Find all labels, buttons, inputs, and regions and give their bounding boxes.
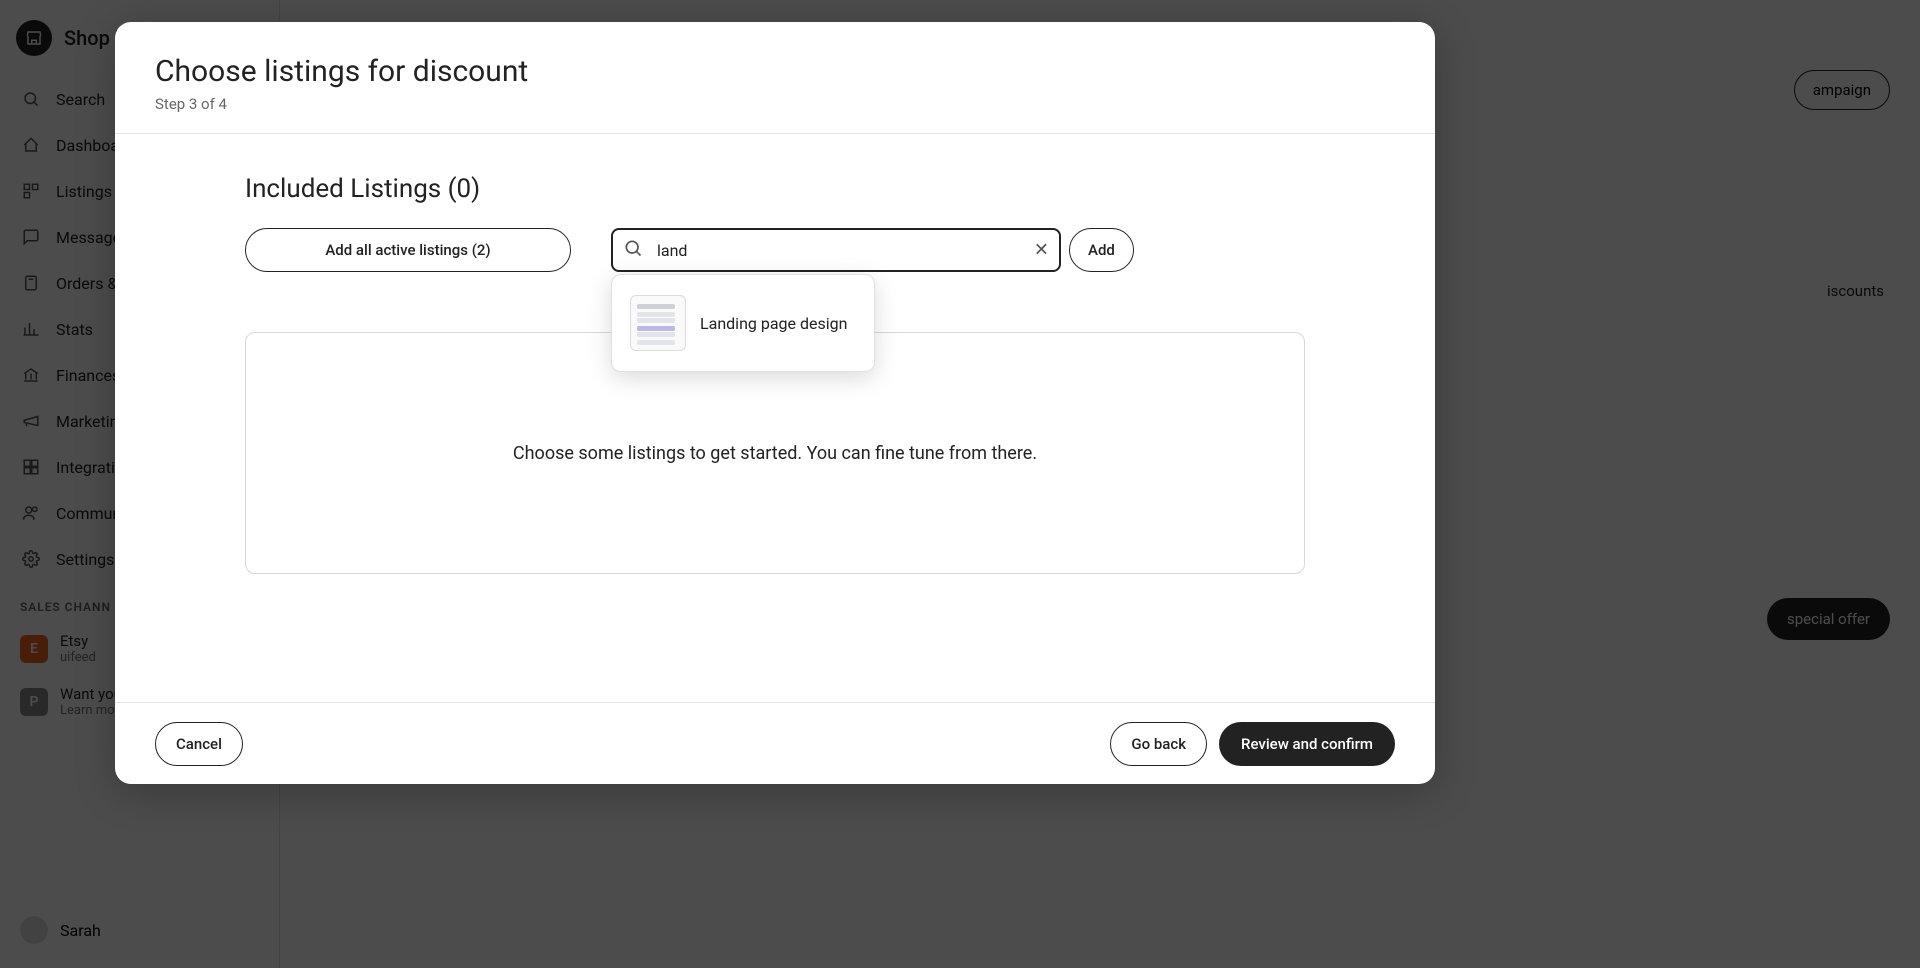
search-box: ✕ Landing page design <box>611 228 1061 272</box>
dropdown-item-label: Landing page design <box>700 314 847 333</box>
search-input[interactable] <box>611 228 1061 272</box>
clear-search-button[interactable]: ✕ <box>1034 240 1049 261</box>
modal-step: Step 3 of 4 <box>155 95 1395 113</box>
go-back-button[interactable]: Go back <box>1110 722 1207 766</box>
modal-title: Choose listings for discount <box>155 54 1395 89</box>
search-dropdown: Landing page design <box>611 274 875 372</box>
modal-footer: Cancel Go back Review and confirm <box>115 702 1435 784</box>
modal-header: Choose listings for discount Step 3 of 4 <box>115 22 1435 134</box>
add-button[interactable]: Add <box>1069 228 1134 272</box>
review-confirm-button[interactable]: Review and confirm <box>1219 722 1395 766</box>
controls-row: Add all active listings (2) ✕ Landing pa… <box>245 228 1305 272</box>
search-icon <box>623 238 643 262</box>
close-icon: ✕ <box>1034 240 1049 261</box>
search-wrap: ✕ Landing page design Add <box>611 228 1134 272</box>
choose-listings-modal: Choose listings for discount Step 3 of 4… <box>115 22 1435 784</box>
modal-body: Included Listings (0) Add all active lis… <box>115 134 1435 702</box>
dropdown-item-landing-page[interactable]: Landing page design <box>626 289 860 357</box>
included-listings-heading: Included Listings (0) <box>245 174 1305 204</box>
empty-state-text: Choose some listings to get started. You… <box>513 443 1037 464</box>
add-all-active-button[interactable]: Add all active listings (2) <box>245 228 571 272</box>
cancel-button[interactable]: Cancel <box>155 722 243 766</box>
listing-thumbnail <box>630 295 686 351</box>
